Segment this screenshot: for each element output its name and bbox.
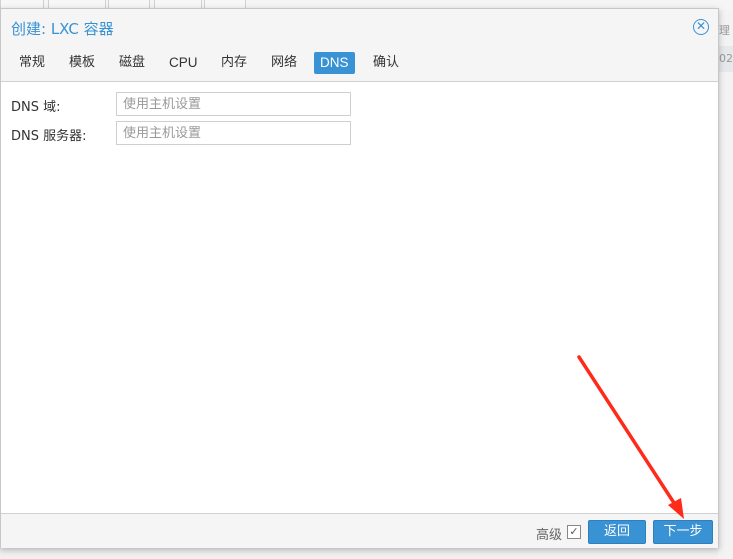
tab-network[interactable]: 网络 [265,52,303,74]
dns-domain-input[interactable] [116,92,351,116]
dns-form: DNS 域: DNS 服务器: [1,82,718,513]
dialog-footer: 高级 ✓ 返回 下一步 [1,513,718,548]
background-text: 02 [719,52,733,65]
dialog-header: 创建: LXC 容器 ✕ [1,9,718,45]
wizard-tabs: 常规 模板 磁盘 CPU 内存 网络 DNS 确认 [1,45,718,82]
dns-domain-row: DNS 域: [11,92,711,116]
dns-servers-input[interactable] [116,121,351,145]
tab-cpu[interactable]: CPU [163,52,204,74]
tab-template[interactable]: 模板 [63,52,101,74]
create-lxc-dialog: 创建: LXC 容器 ✕ 常规 模板 磁盘 CPU 内存 网络 DNS 确认 D… [0,8,719,548]
tab-general[interactable]: 常规 [13,52,51,74]
advanced-label: 高级 [536,528,563,543]
dialog-title: 创建: LXC 容器 [11,20,114,38]
next-button[interactable]: 下一步 [653,520,713,544]
tab-dns[interactable]: DNS [314,52,355,74]
tab-confirm[interactable]: 确认 [367,52,405,74]
dns-domain-label: DNS 域: [11,100,61,115]
dns-servers-label: DNS 服务器: [11,129,87,144]
tab-disks[interactable]: 磁盘 [113,52,151,74]
tab-memory[interactable]: 内存 [215,52,253,74]
advanced-checkbox[interactable]: ✓ [567,525,581,539]
close-icon[interactable]: ✕ [693,19,709,35]
background-text: 理 [719,24,730,37]
background-panel [718,10,733,559]
back-button[interactable]: 返回 [588,520,646,544]
dns-servers-row: DNS 服务器: [11,121,711,145]
